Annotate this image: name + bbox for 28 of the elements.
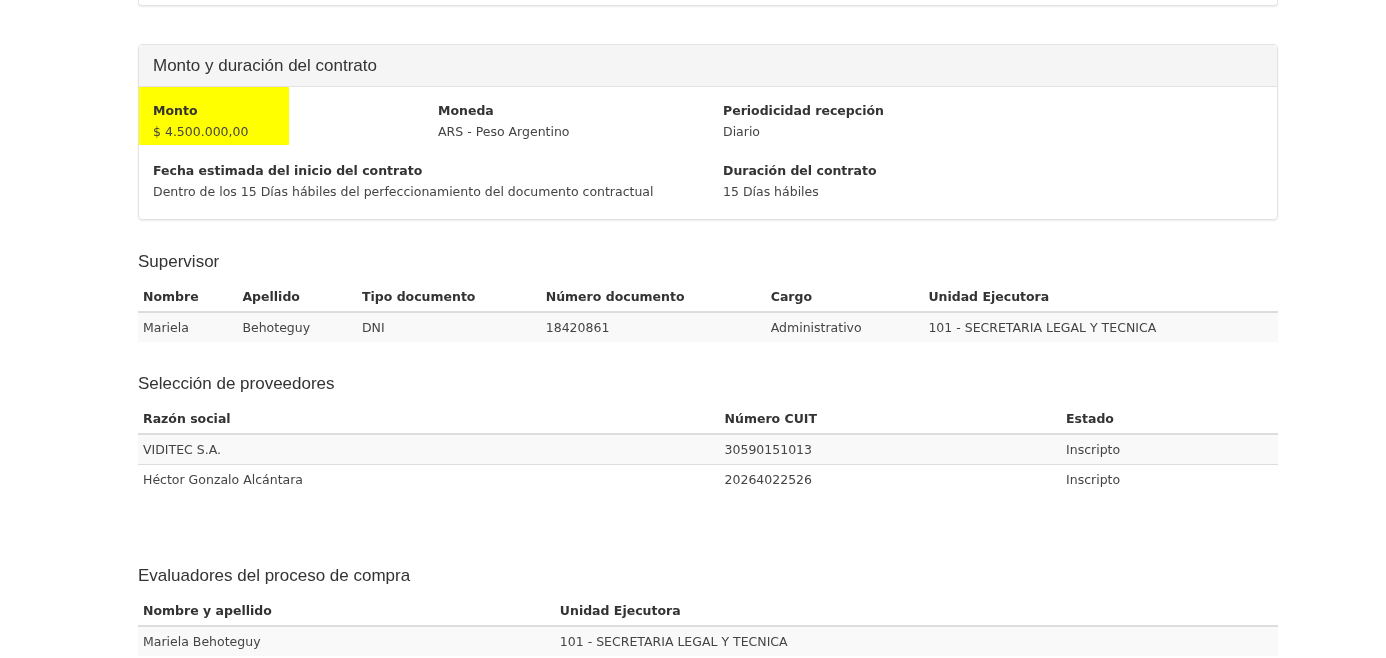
card-title: Monto y duración del contrato (153, 55, 377, 76)
field-value: Dentro de los 15 Días hábiles del perfeccionamiento del documento contractual (153, 184, 655, 199)
field-label: Fecha estimada del inicio del contrato (153, 163, 424, 178)
section-title: Evaluadores del proceso de compra (138, 566, 412, 586)
table-cell: 30590151013 (719, 434, 1062, 465)
table-cell: Inscripto (1061, 464, 1278, 494)
table-cell: Mariela (138, 312, 238, 342)
field-value: $ 4.500.000,00 (153, 124, 250, 139)
table-cell: Administrativo (765, 312, 924, 342)
table-cell: 18420861 (540, 312, 766, 342)
section-title: Selección de proveedores (138, 374, 336, 394)
field-value: Diario (723, 124, 762, 139)
table-cell: 101 - SECRETARIA LEGAL Y TECNICA (554, 626, 1278, 656)
table-cell: Héctor Gonzalo Alcántara (138, 464, 720, 494)
table-cell: Mariela Behoteguy (138, 626, 555, 656)
field-label: Moneda (438, 103, 495, 118)
table-cell: Behoteguy (237, 312, 357, 342)
field-label: Monto (153, 103, 199, 118)
field-value: 15 Días hábiles (723, 184, 820, 199)
section-title: Supervisor (138, 252, 221, 272)
table-cell: 101 - SECRETARIA LEGAL Y TECNICA (923, 312, 1278, 342)
field-label: Duración del contrato (723, 163, 878, 178)
table-cell: DNI (356, 312, 541, 342)
field-value: ARS - Peso Argentino (438, 124, 571, 139)
table-cell: Inscripto (1061, 434, 1278, 465)
table-cell: VIDITEC S.A. (138, 434, 720, 465)
field-label: Periodicidad recepción (723, 103, 885, 118)
table-cell: 20264022526 (719, 464, 1062, 494)
